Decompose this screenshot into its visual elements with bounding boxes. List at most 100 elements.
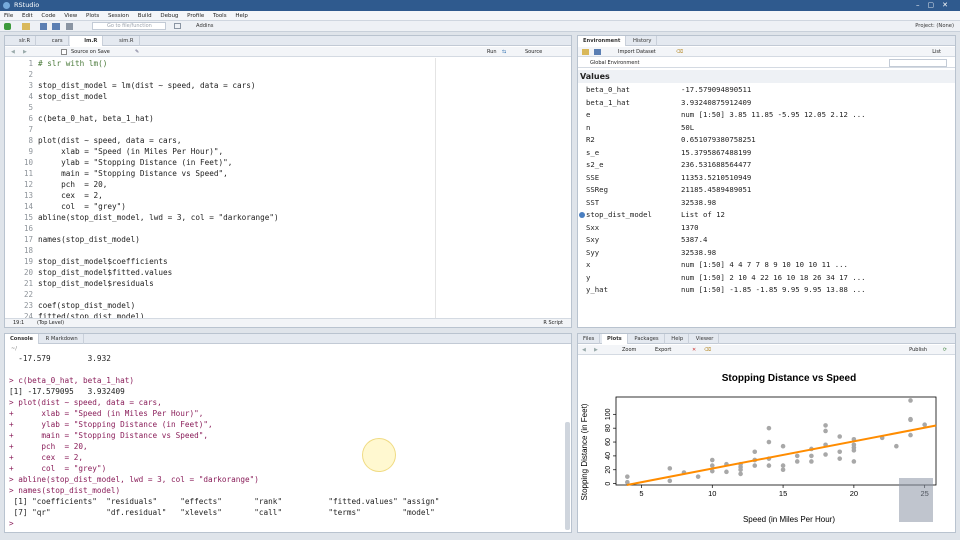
run-button[interactable]: Run: [479, 47, 497, 57]
import-dataset-button[interactable]: Import Dataset: [618, 47, 656, 57]
environment-row[interactable]: n 50L: [578, 122, 955, 135]
editor-line[interactable]: 3 stop_dist_model = lm(dist ~ speed, data…: [5, 80, 435, 91]
tab-console[interactable]: Console: [5, 334, 40, 344]
editor-line[interactable]: 15 abline(stop_dist_model, lwd = 3, col =…: [5, 212, 435, 223]
window-controls[interactable]: –▢✕: [916, 0, 956, 11]
goto-file-input[interactable]: Go to file/function: [92, 22, 166, 30]
editor-line[interactable]: 13 cex = 2,: [5, 190, 435, 201]
save-all-icon[interactable]: [52, 23, 60, 30]
editor-line[interactable]: 22: [5, 289, 435, 300]
environment-row[interactable]: SSE 11353.5210510949: [578, 172, 955, 185]
remove-plot-icon[interactable]: ✕: [692, 345, 696, 355]
tab-slr[interactable]: slr.R: [5, 36, 37, 46]
scope-selector[interactable]: Global Environment: [590, 58, 639, 68]
source-button[interactable]: Source: [525, 47, 542, 57]
project-menu[interactable]: Project: (None): [915, 21, 954, 32]
environment-row[interactable]: stop_dist_model List of 12: [578, 209, 955, 222]
console-scrollbar[interactable]: [565, 422, 570, 530]
menu-tools[interactable]: Tools: [213, 13, 227, 19]
editor-line[interactable]: 10 ylab = "Stopping Distance (in Feet)",: [5, 157, 435, 168]
environment-row[interactable]: beta_1_hat 3.93240875912409: [578, 97, 955, 110]
wand-icon[interactable]: ✎: [135, 47, 139, 57]
environment-row[interactable]: Sxx 1370: [578, 222, 955, 235]
environment-row[interactable]: SST 32538.98: [578, 197, 955, 210]
editor-line[interactable]: 12 pch = 20,: [5, 179, 435, 190]
resize-handle[interactable]: [899, 478, 933, 522]
zoom-button[interactable]: Zoom: [622, 345, 636, 355]
addins-menu[interactable]: Addins: [196, 21, 213, 32]
next-plot-icon[interactable]: ▶: [594, 345, 598, 355]
tab-help[interactable]: Help: [666, 334, 690, 344]
tab-history[interactable]: History: [628, 36, 658, 46]
code-area[interactable]: 1 # slr with lm() 2 3 stop_dist_model = lm(d…: [5, 58, 571, 318]
editor-line[interactable]: 21 stop_dist_model$residuals: [5, 278, 435, 289]
editor-line[interactable]: 16: [5, 223, 435, 234]
menu-session[interactable]: Session: [108, 13, 129, 19]
tab-cars[interactable]: cars: [38, 36, 69, 46]
menu-view[interactable]: View: [64, 13, 77, 19]
menu-build[interactable]: Build: [138, 13, 152, 19]
environment-row[interactable]: R2 0.651079380758251: [578, 134, 955, 147]
open-project-icon[interactable]: [22, 23, 30, 30]
editor-line[interactable]: 19 stop_dist_model$coefficients: [5, 256, 435, 267]
environment-row[interactable]: y num [1:50] 2 10 4 22 16 10 18 26 34 17 …: [578, 272, 955, 285]
editor-line[interactable]: 9 xlab = "Speed (in Miles Per Hour)",: [5, 146, 435, 157]
tab-files[interactable]: Files: [578, 334, 601, 344]
tab-environment[interactable]: Environment: [578, 36, 627, 46]
save-workspace-icon[interactable]: [594, 49, 601, 55]
editor-line[interactable]: 18: [5, 245, 435, 256]
tab-plots[interactable]: Plots: [602, 334, 628, 344]
editor-line[interactable]: 4 stop_dist_model: [5, 91, 435, 102]
file-type-indicator[interactable]: R Script: [543, 319, 563, 327]
tab-r-markdown[interactable]: R Markdown: [41, 334, 84, 344]
editor-line[interactable]: 17 names(stop_dist_model): [5, 234, 435, 245]
rerun-icon[interactable]: ⇆: [502, 47, 506, 57]
load-workspace-icon[interactable]: [582, 49, 589, 55]
editor-line[interactable]: 6 c(beta_0_hat, beta_1_hat): [5, 113, 435, 124]
print-icon[interactable]: [66, 23, 73, 30]
new-file-icon[interactable]: [4, 23, 11, 30]
menu-plots[interactable]: Plots: [86, 13, 99, 19]
broom-icon[interactable]: ⌫: [676, 47, 683, 57]
editor-line[interactable]: 5: [5, 102, 435, 113]
editor-line[interactable]: 8 plot(dist ~ speed, data = cars,: [5, 135, 435, 146]
forward-arrow-icon[interactable]: ▶: [23, 47, 27, 57]
publish-button[interactable]: Publish: [909, 345, 927, 355]
scope-indicator[interactable]: (Top Level): [37, 319, 64, 327]
expand-icon[interactable]: [579, 212, 585, 218]
grid-layout-icon[interactable]: [174, 23, 181, 29]
tab-lm[interactable]: lm.R: [70, 36, 104, 46]
environment-row[interactable]: s_e 15.3795867488199: [578, 147, 955, 160]
menu-file[interactable]: File: [4, 13, 13, 19]
environment-row[interactable]: Syy 32538.98: [578, 247, 955, 260]
environment-row[interactable]: Sxy 5387.4: [578, 234, 955, 247]
editor-line[interactable]: 11 main = "Stopping Distance vs Speed",: [5, 168, 435, 179]
console-output[interactable]: -17.579 3.932 > c(beta_0_hat, beta_1_hat)…: [9, 353, 565, 531]
environment-search-input[interactable]: [889, 59, 947, 67]
menu-edit[interactable]: Edit: [22, 13, 33, 19]
editor-line[interactable]: 20 stop_dist_model$fitted.values: [5, 267, 435, 278]
editor-line[interactable]: 23 coef(stop_dist_model): [5, 300, 435, 311]
environment-row[interactable]: e num [1:50] 3.85 11.85 -5.95 12.05 2.12 …: [578, 109, 955, 122]
environment-row[interactable]: x num [1:50] 4 4 7 7 8 9 10 10 10 11 ...: [578, 259, 955, 272]
export-button[interactable]: Export: [655, 345, 671, 355]
prev-plot-icon[interactable]: ◀: [582, 345, 586, 355]
editor-line[interactable]: 14 col = "grey"): [5, 201, 435, 212]
refresh-plot-icon[interactable]: ⟳: [943, 345, 947, 355]
tab-viewer[interactable]: Viewer: [691, 334, 720, 344]
environment-row[interactable]: SSReg 21185.4589489051: [578, 184, 955, 197]
back-arrow-icon[interactable]: ◀: [11, 47, 15, 57]
menu-help[interactable]: Help: [235, 13, 248, 19]
editor-line[interactable]: 2: [5, 69, 435, 80]
editor-line[interactable]: 24 fitted(stop_dist_model): [5, 311, 435, 318]
save-icon[interactable]: [40, 23, 47, 30]
broom-icon[interactable]: ⌫: [704, 345, 711, 355]
environment-row[interactable]: s2_e 236.531688564477: [578, 159, 955, 172]
tab-packages[interactable]: Packages: [629, 334, 665, 344]
editor-line[interactable]: 1 # slr with lm(): [5, 58, 435, 69]
menu-code[interactable]: Code: [41, 13, 55, 19]
environment-row[interactable]: y_hat num [1:50] -1.85 -1.85 9.95 9.95 13…: [578, 284, 955, 297]
tab-sim[interactable]: sim.R: [105, 36, 140, 46]
menu-debug[interactable]: Debug: [160, 13, 178, 19]
menu-profile[interactable]: Profile: [187, 13, 204, 19]
